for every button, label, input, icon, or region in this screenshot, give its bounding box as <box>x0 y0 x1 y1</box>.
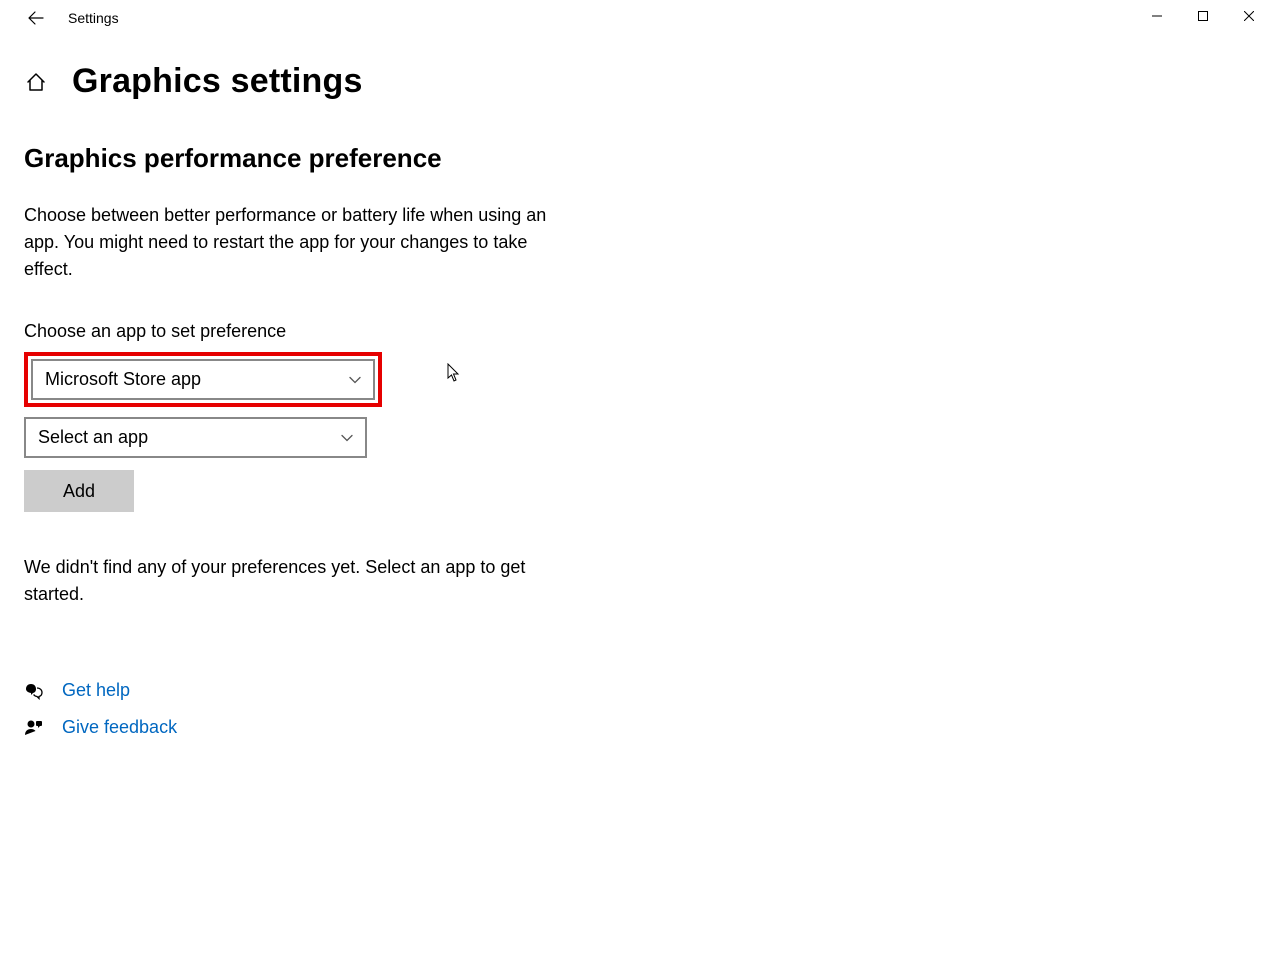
app-type-selected: Microsoft Store app <box>45 369 201 390</box>
maximize-icon <box>1198 11 1208 21</box>
add-button[interactable]: Add <box>24 470 134 512</box>
maximize-button[interactable] <box>1180 0 1226 32</box>
give-feedback-link[interactable]: Give feedback <box>62 717 177 738</box>
arrow-left-icon <box>28 10 44 26</box>
app-title: Settings <box>68 10 119 26</box>
feedback-icon <box>24 718 44 738</box>
select-app-selected: Select an app <box>38 427 148 448</box>
page-header: Graphics settings <box>24 62 1272 101</box>
select-app-dropdown[interactable]: Select an app <box>24 417 367 458</box>
highlight-box: Microsoft Store app <box>24 352 382 407</box>
chevron-down-icon <box>341 434 353 442</box>
app-type-dropdown[interactable]: Microsoft Store app <box>31 359 375 400</box>
minimize-icon <box>1152 11 1162 21</box>
page-title: Graphics settings <box>72 62 363 101</box>
home-icon <box>25 71 47 93</box>
get-help-link[interactable]: Get help <box>62 680 130 701</box>
section-heading: Graphics performance preference <box>24 143 1272 174</box>
close-button[interactable] <box>1226 0 1272 32</box>
minimize-button[interactable] <box>1134 0 1180 32</box>
empty-state-text: We didn't find any of your preferences y… <box>24 554 564 608</box>
close-icon <box>1244 11 1254 21</box>
home-icon-button[interactable] <box>24 70 48 94</box>
section-description: Choose between better performance or bat… <box>24 202 554 283</box>
titlebar: Settings <box>0 0 1272 36</box>
window-controls <box>1134 0 1272 32</box>
help-icon <box>24 681 44 701</box>
get-help-row: Get help <box>24 680 1272 701</box>
content-area: Graphics settings Graphics performance p… <box>0 36 1272 738</box>
give-feedback-row: Give feedback <box>24 717 1272 738</box>
choose-app-label: Choose an app to set preference <box>24 321 1272 342</box>
back-button[interactable] <box>16 0 56 36</box>
chevron-down-icon <box>349 376 361 384</box>
